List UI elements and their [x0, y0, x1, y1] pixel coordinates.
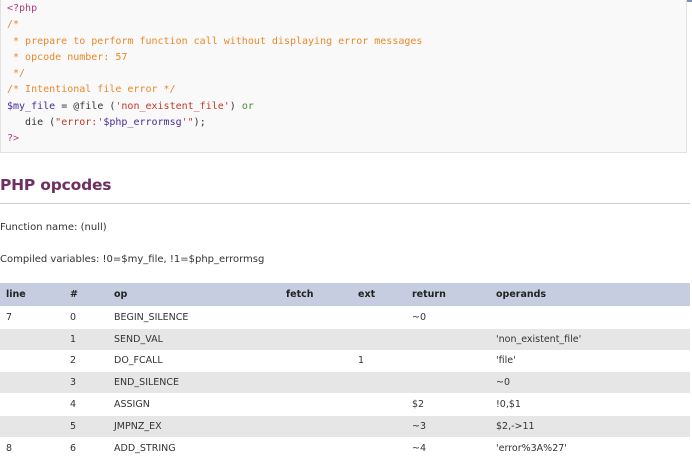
- header-op: op: [114, 283, 286, 307]
- cell-return: [412, 327, 496, 351]
- cell-num: 4: [70, 393, 114, 416]
- header-fetch: fetch: [286, 283, 358, 307]
- page: <?php /* * prepare to perform function ca…: [0, 0, 692, 456]
- cell-num: 3: [70, 371, 114, 394]
- cell-op: ASSIGN: [114, 393, 286, 416]
- table-row: 3 END_SILENCE ~0: [0, 371, 690, 394]
- table-row: 5 JMPNZ_EX ~3 $2,->11: [0, 414, 690, 438]
- cell-num: 1: [70, 327, 114, 351]
- cell-fetch: [286, 371, 358, 394]
- cell-fetch: [286, 306, 358, 329]
- table-row: 2 DO_FCALL 1 'file': [0, 349, 690, 372]
- cell-op: SEND_VAL: [114, 327, 286, 351]
- cell-operands: 'error%3A%27': [496, 436, 690, 456]
- cell-fetch: [286, 349, 358, 372]
- code-line: /* Intentional file error */: [7, 82, 686, 98]
- cell-num: 5: [70, 414, 114, 438]
- code-token: /*: [7, 19, 20, 31]
- cell-line: [0, 414, 70, 438]
- code-token: ): [229, 100, 242, 112]
- cell-fetch: [286, 393, 358, 416]
- cell-ext: 1: [358, 349, 412, 372]
- cell-op: JMPNZ_EX: [114, 414, 286, 438]
- cell-operands: !0,$1: [496, 393, 690, 416]
- code-token: */: [7, 68, 26, 80]
- header-return: return: [412, 283, 496, 307]
- cell-op: ADD_STRING: [114, 436, 286, 456]
- code-line: <?php: [7, 1, 686, 17]
- cell-return: $2: [412, 393, 496, 416]
- cell-operands: ~0: [496, 371, 690, 394]
- cell-line: [0, 393, 70, 416]
- header-ext: ext: [358, 283, 412, 307]
- cell-ext: [358, 327, 412, 351]
- code-token: or: [241, 100, 254, 112]
- cell-ext: [358, 414, 412, 438]
- function-name: Function name: (null): [0, 222, 107, 233]
- code-line: /*: [7, 17, 686, 33]
- cell-return: [412, 371, 496, 394]
- header-num: #: [70, 283, 114, 307]
- code-token: $my_file: [7, 100, 56, 112]
- code-token: = @file (: [55, 100, 116, 112]
- cell-operands: $2,->11: [496, 414, 690, 438]
- table-row: 7 0 BEGIN_SILENCE ~0: [0, 306, 690, 329]
- code-line: * prepare to perform function call witho…: [7, 34, 686, 50]
- cell-operands: 'non_existent_file': [496, 327, 690, 351]
- cell-ext: [358, 436, 412, 456]
- cell-line: 7: [0, 306, 70, 329]
- code-token: <?php: [7, 3, 38, 14]
- cell-return: ~0: [412, 306, 496, 329]
- cell-line: [0, 349, 70, 372]
- section-title: PHP opcodes: [0, 176, 112, 194]
- opcodes-table: line # op fetch ext return operands 7 0 BE…: [0, 283, 690, 456]
- code-token: "error:': [55, 117, 104, 129]
- code-token: /* Intentional file error */: [7, 84, 176, 96]
- cell-fetch: [286, 436, 358, 456]
- section-divider: [0, 203, 690, 204]
- cell-fetch: [286, 414, 358, 438]
- code-token: ?>: [7, 133, 20, 145]
- code-line: */: [7, 66, 686, 82]
- cell-return: [412, 349, 496, 372]
- cell-ext: [358, 306, 412, 329]
- code-token: $php_errormsg: [103, 117, 182, 129]
- code-line: $my_file = @file ('non_existent_file') o…: [7, 99, 686, 115]
- code-token: * opcode number: 57: [7, 51, 128, 63]
- header-operands: operands: [496, 283, 690, 307]
- cell-ext: [358, 371, 412, 394]
- cell-return: ~4: [412, 436, 496, 456]
- cell-fetch: [286, 327, 358, 351]
- table-row: 1 SEND_VAL 'non_existent_file': [0, 327, 690, 351]
- code-token: '": [181, 117, 194, 129]
- cell-line: 8: [0, 436, 70, 456]
- cell-return: ~3: [412, 414, 496, 438]
- code-line: die ("error:'$php_errormsg'");: [7, 115, 686, 131]
- cell-op: END_SILENCE: [114, 371, 286, 394]
- cell-op: DO_FCALL: [114, 349, 286, 372]
- header-line: line: [0, 283, 70, 307]
- table-row: 8 6 ADD_STRING ~4'error%3A%27': [0, 436, 690, 456]
- table-row: 4 ASSIGN $2 !0,$1: [0, 393, 690, 416]
- cell-operands: [496, 306, 690, 329]
- cell-num: 6: [70, 436, 114, 456]
- code-token: );: [193, 117, 206, 129]
- cell-operands: 'file': [496, 349, 690, 372]
- cell-line: [0, 327, 70, 351]
- cell-line: [0, 371, 70, 394]
- cell-ext: [358, 393, 412, 416]
- code-token: * prepare to perform function call witho…: [7, 35, 423, 47]
- code-token: 'non_existent_file': [115, 100, 230, 112]
- code-line: * opcode number: 57: [7, 50, 686, 66]
- code-line: ?>: [7, 131, 686, 147]
- code-token: die (: [7, 117, 56, 129]
- cell-op: BEGIN_SILENCE: [114, 306, 286, 329]
- code-block: <?php /* * prepare to perform function ca…: [0, 0, 687, 153]
- cell-num: 2: [70, 349, 114, 372]
- compiled-variables: Compiled variables: !0=$my_file, !1=$php…: [0, 254, 265, 265]
- cell-num: 0: [70, 306, 114, 329]
- table-header-row: line # op fetch ext return operands: [0, 283, 690, 307]
